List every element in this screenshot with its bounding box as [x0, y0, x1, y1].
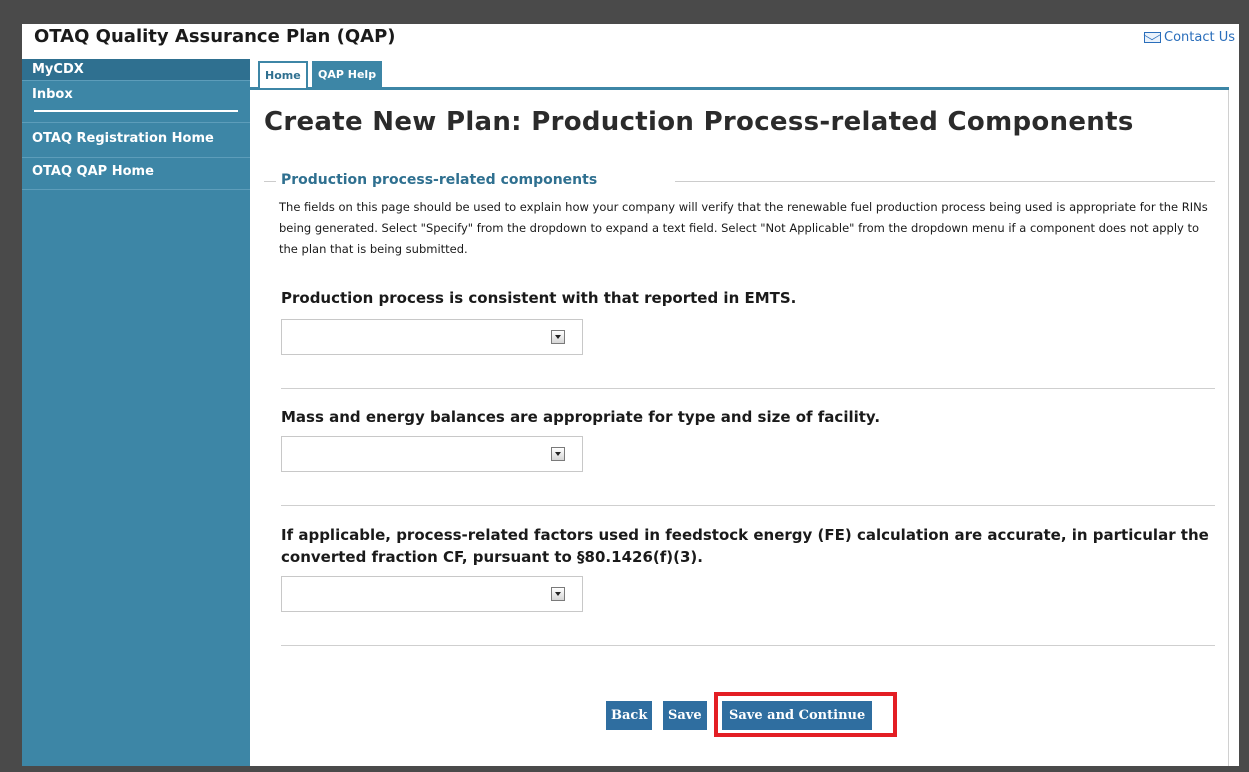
production-process-select[interactable]: [281, 319, 583, 355]
app-header: OTAQ Quality Assurance Plan (QAP) Contac…: [22, 24, 1239, 60]
contact-us-link[interactable]: Contact Us: [1144, 30, 1235, 45]
sidebar: MyCDX Inbox OTAQ Registration Home OTAQ …: [22, 59, 250, 766]
tab-bar: Home QAP Help: [250, 59, 1229, 90]
chevron-down-icon[interactable]: [551, 447, 565, 461]
sidebar-item-inbox[interactable]: Inbox: [22, 81, 250, 123]
intro-text: The fields on this page should be used t…: [279, 200, 1208, 256]
divider: [281, 645, 1215, 646]
page-title: Create New Plan: Production Process-rela…: [264, 107, 1134, 137]
question-label-process-related-factors: If applicable, process-related factors u…: [281, 526, 1209, 566]
process-related-factors-select[interactable]: [281, 576, 583, 612]
mail-icon: [1144, 32, 1161, 43]
divider: [281, 388, 1215, 389]
divider: [281, 505, 1215, 506]
section-legend: Production process-related components: [281, 172, 598, 188]
chevron-down-icon[interactable]: [551, 330, 565, 344]
fieldset-rule: [675, 181, 1215, 182]
question-label-production-process: Production process is consistent with th…: [281, 289, 797, 307]
highlight-box: [714, 692, 897, 737]
question-label-mass-energy-balances: Mass and energy balances are appropriate…: [281, 408, 881, 426]
chevron-down-icon[interactable]: [551, 587, 565, 601]
save-button[interactable]: Save: [663, 701, 707, 730]
app-title: OTAQ Quality Assurance Plan (QAP): [34, 26, 396, 47]
sidebar-item-otaq-qap-home[interactable]: OTAQ QAP Home: [22, 158, 250, 190]
contact-us-label: Contact Us: [1164, 30, 1235, 45]
sidebar-item-otaq-registration-home[interactable]: OTAQ Registration Home: [22, 123, 250, 158]
fieldset-rule: [264, 181, 276, 182]
mass-energy-balances-select[interactable]: [281, 436, 583, 472]
tab-home[interactable]: Home: [258, 61, 308, 88]
sidebar-item-mycdx[interactable]: MyCDX: [22, 59, 250, 81]
back-button[interactable]: Back: [606, 701, 653, 730]
main-content: Create New Plan: Production Process-rela…: [250, 90, 1229, 766]
tab-qap-help[interactable]: QAP Help: [312, 61, 383, 88]
